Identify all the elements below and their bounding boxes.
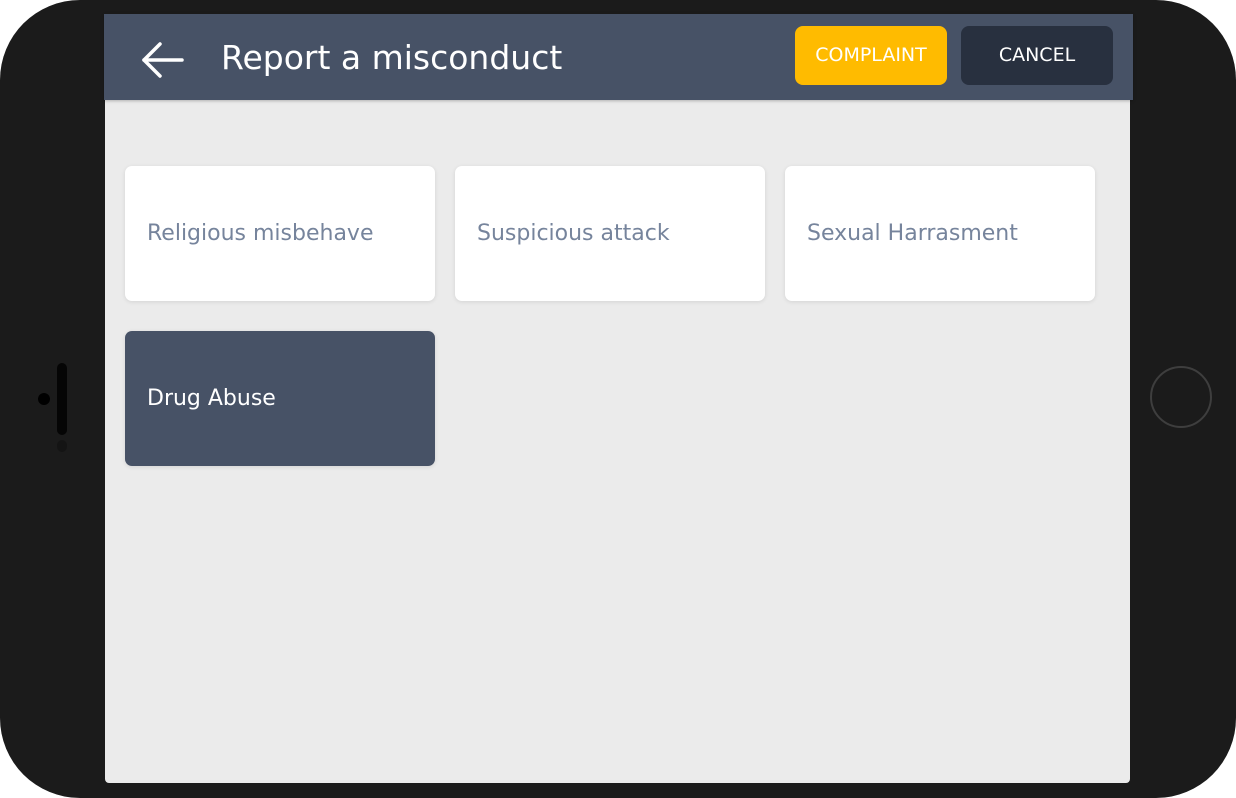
speaker-shadow	[57, 440, 67, 452]
category-label: Suspicious attack	[477, 221, 670, 246]
speaker-grille	[57, 363, 67, 435]
app-screen: Religious misbehave Suspicious attack Se…	[105, 15, 1130, 783]
front-camera	[38, 393, 50, 405]
category-card-suspicious-attack[interactable]: Suspicious attack	[455, 166, 765, 301]
complaint-button[interactable]: COMPLAINT	[795, 26, 947, 85]
back-button[interactable]	[138, 37, 186, 83]
arrow-left-icon	[142, 42, 184, 78]
page-title: Report a misconduct	[221, 38, 563, 77]
category-card-religious-misbehave[interactable]: Religious misbehave	[125, 166, 435, 301]
category-card-drug-abuse[interactable]: Drug Abuse	[125, 331, 435, 466]
category-label: Religious misbehave	[147, 221, 374, 246]
category-card-sexual-harrasment[interactable]: Sexual Harrasment	[785, 166, 1095, 301]
app-bar: Report a misconduct COMPLAINT CANCEL	[104, 14, 1133, 100]
home-button[interactable]	[1150, 366, 1212, 428]
tablet-device-frame: Religious misbehave Suspicious attack Se…	[0, 0, 1236, 798]
cancel-button[interactable]: CANCEL	[961, 26, 1113, 85]
category-label: Drug Abuse	[147, 386, 276, 411]
category-label: Sexual Harrasment	[807, 221, 1018, 246]
